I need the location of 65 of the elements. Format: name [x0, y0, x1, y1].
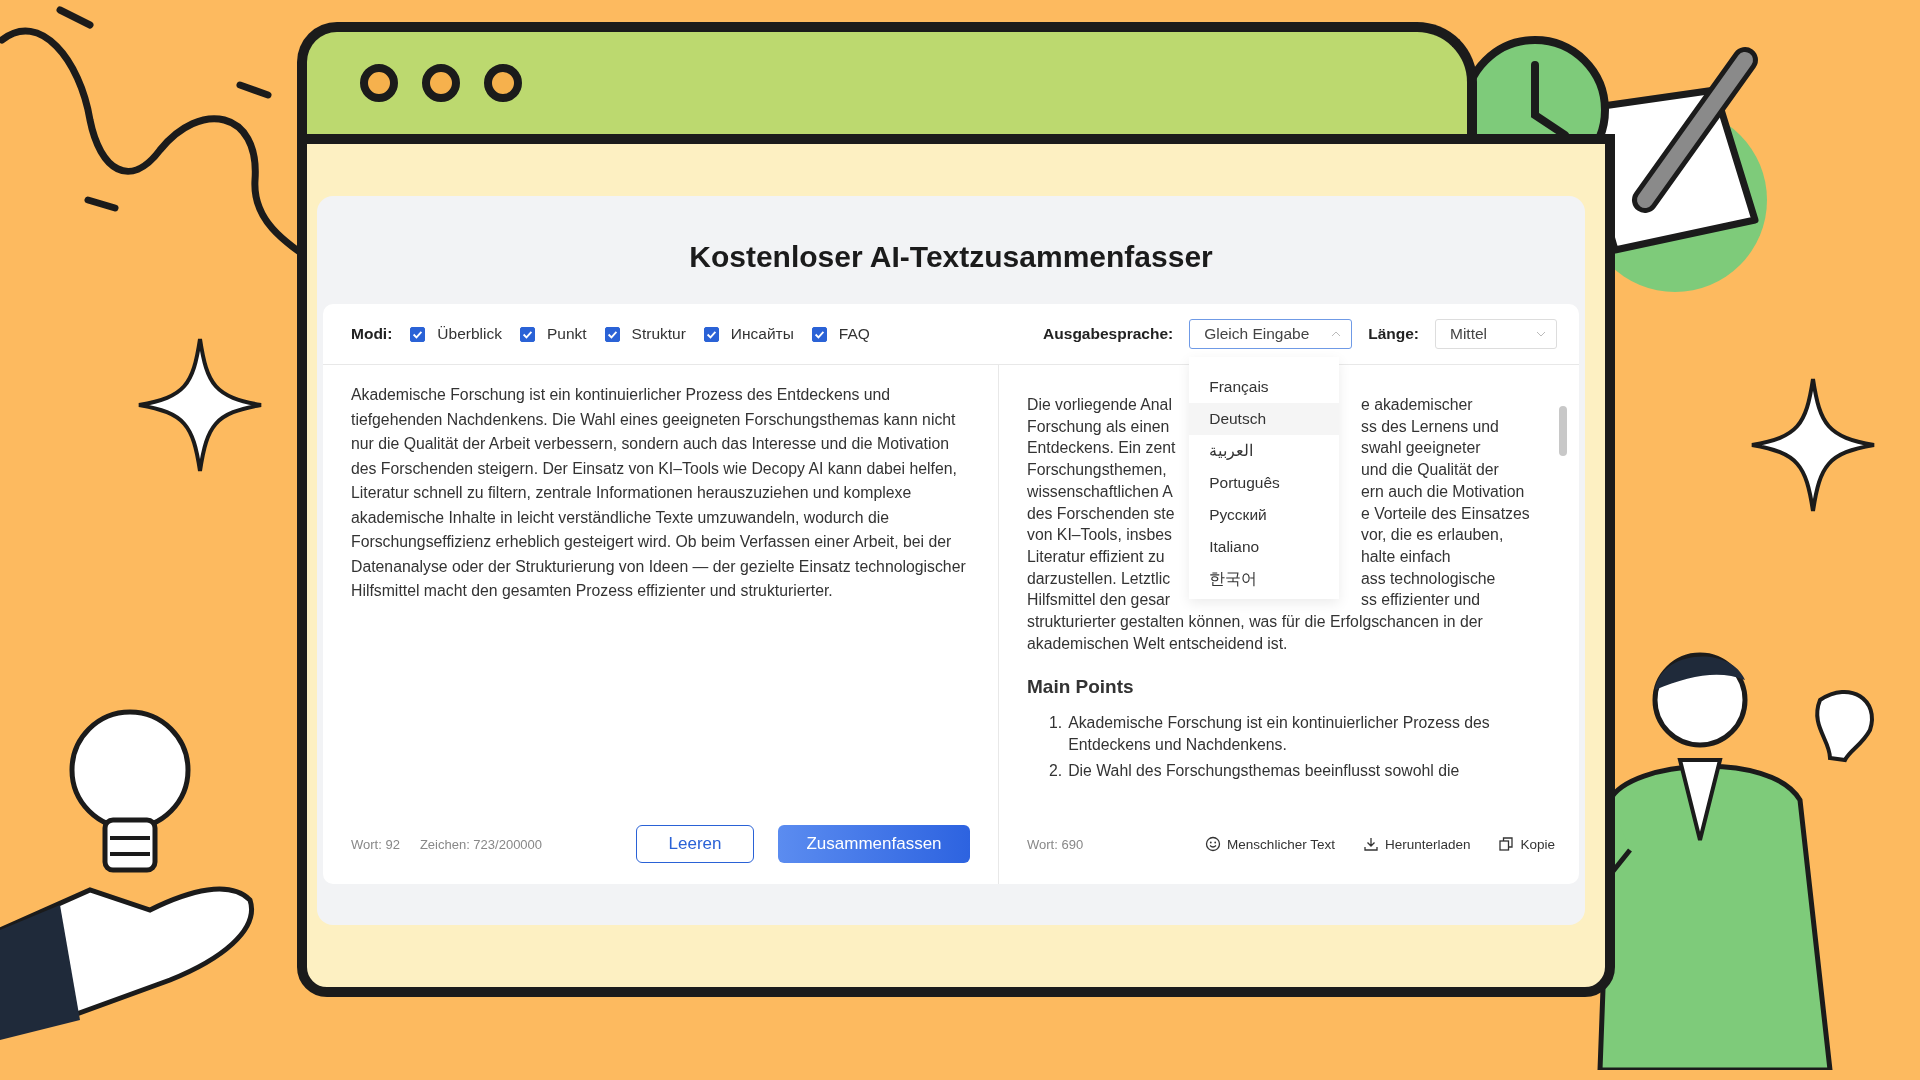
word-count: Wort: 92 — [351, 836, 400, 852]
scrollbar[interactable] — [1559, 406, 1567, 456]
summary-text-fragment: swahl geeigneter — [1361, 438, 1482, 459]
main-point-text: Akademische Forschung ist ein kontinuierlicher Prozess des Entdeckens und Nachdenkens. — [1068, 713, 1491, 756]
summary-text-fragment: Forschung als einen — [1027, 416, 1171, 437]
mode-label: FAQ — [838, 325, 870, 343]
summary-text-line: akademischen Welt entscheidend ist. — [1027, 633, 1289, 654]
length-label: Länge: — [1368, 325, 1419, 343]
summary-text-fragment: ss des Lernens und — [1361, 416, 1500, 437]
summary-text-fragment: ern auch die Motivation — [1361, 481, 1526, 502]
copy-button[interactable]: Kopie — [1498, 836, 1555, 852]
summary-text-fragment: e akademischer — [1361, 395, 1474, 415]
download-icon — [1362, 836, 1379, 852]
output-language-select[interactable]: Gleich Eingabe — [1189, 319, 1353, 349]
smiley-icon — [1205, 836, 1222, 852]
mode-label: Struktur — [631, 325, 686, 343]
language-option[interactable]: Italiano — [1189, 531, 1340, 563]
summary-text-fragment: und die Qualität der — [1361, 460, 1500, 481]
summary-text-fragment: darzustellen. Letztlic — [1027, 568, 1172, 589]
language-option[interactable]: العربية — [1189, 435, 1340, 467]
checkbox[interactable] — [703, 326, 719, 342]
caret-icon — [1536, 331, 1546, 337]
summary-text-fragment: von KI–Tools, insbes — [1027, 525, 1173, 546]
summary-text-fragment: vor, die es erlauben, — [1361, 525, 1505, 546]
copy-icon — [1498, 836, 1515, 852]
language-option[interactable]: Português — [1189, 467, 1340, 499]
main-points-heading: Main Points — [1027, 676, 1135, 699]
language-option[interactable]: 한국어 — [1189, 563, 1340, 595]
mode-label: Überblick — [437, 325, 502, 343]
summary-text-fragment: ass technologische — [1361, 568, 1497, 589]
language-option[interactable]: Deutsch — [1189, 403, 1340, 435]
summary-text-fragment: Hilfsmittel den gesar — [1027, 590, 1172, 611]
summary-text-fragment: des Forschenden ste — [1027, 503, 1176, 524]
summary-text-fragment: halte einfach — [1361, 546, 1452, 567]
summary-text-line: strukturierter gestalten können, was für die Erfolgschancen in der — [1027, 612, 1484, 633]
output-language-label: Ausgabesprache: — [1043, 325, 1174, 343]
list-number: 1. — [1049, 713, 1063, 734]
list-number: 2. — [1049, 760, 1063, 781]
summary-text-fragment: e Vorteile des Einsatzes — [1361, 503, 1531, 524]
checkbox[interactable] — [410, 326, 426, 342]
length-select[interactable]: Mittel — [1435, 319, 1557, 349]
summarize-button[interactable]: Zusammenfassen — [778, 825, 970, 863]
character-count: Zeichen: 723/200000 — [419, 836, 543, 852]
main-point-text: Die Wahl des Forschungsthemas beeinflusst sowohl die — [1068, 760, 1460, 781]
mode-label: Инсайты — [730, 325, 794, 343]
summary-text-fragment: Forschungsthemen, — [1027, 460, 1168, 481]
download-button[interactable]: Herunterladen — [1362, 836, 1471, 852]
language-option[interactable]: Русский — [1189, 499, 1340, 531]
word-count: Wort: 690 — [1027, 836, 1084, 852]
input-text[interactable]: Akademische Forschung ist ein kontinuierlicher Prozess des Entdeckens und tiefgehenden Nachdenkens. Die Wahl eines geeigneten Forschungsthemas kann nicht nur die Qualität der Arbeit verbessern, sondern auch das Interesse und die Motivation des Forschenden steigern. Der Einsatz von KI–Tools wie Decopy AI kann dabei helfen, Literatur schnell zu filtern, zentrale Informationen herauszuziehen und komplexe akademische Inhalte in leicht verständliche Texte umzuwandeln, wodurch die Forschungseffizienz erheblich gesteigert wird. Ob beim Verfassen einer Arbeit, bei der Datenanalyse oder der Strukturierung von Ideen — der gezielte Einsatz technologischer Hilfsmittel macht den gesamten Prozess effizienter und strukturierter. — [351, 383, 970, 824]
summary-text-fragment: Literatur effizient zu — [1027, 546, 1166, 567]
checkbox[interactable] — [811, 326, 827, 342]
mode-label: Punkt — [546, 325, 587, 343]
language-option[interactable]: Français — [1189, 371, 1340, 403]
checkbox[interactable] — [519, 326, 535, 342]
caret-icon — [1331, 331, 1342, 337]
summary-text-fragment: Entdeckens. Ein zent — [1027, 438, 1177, 459]
checkbox[interactable] — [604, 326, 620, 342]
summary-text-fragment: ss effizienter und — [1361, 590, 1482, 611]
clear-button[interactable]: Leeren — [636, 825, 754, 863]
summary-text-fragment: Die vorliegende Anal — [1027, 395, 1173, 415]
page-title: Kostenloser AI-Textzusammenfasser — [688, 240, 1214, 274]
summary-text-fragment: wissenschaftlichen A — [1027, 481, 1174, 502]
modes-label: Modi: — [351, 325, 393, 343]
humanize-button[interactable]: Menschlicher Text — [1205, 836, 1335, 852]
